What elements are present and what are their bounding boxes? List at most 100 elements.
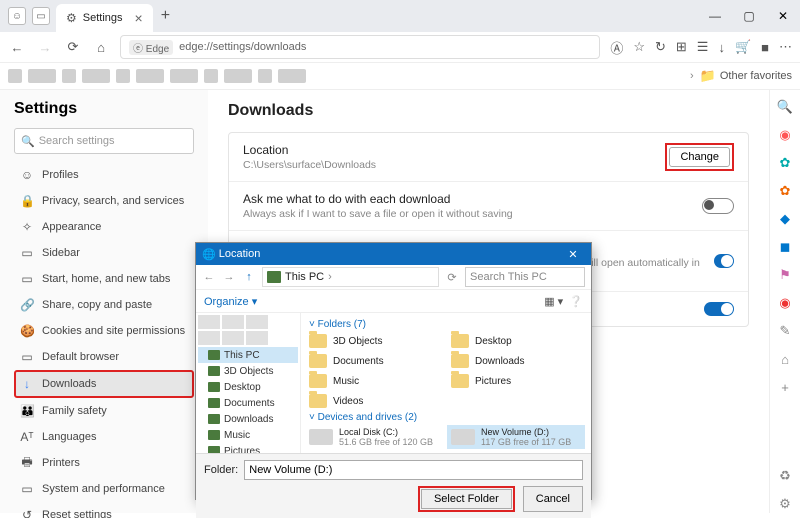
tree-item[interactable]: 3D Objects	[198, 363, 298, 379]
cancel-button[interactable]: Cancel	[523, 486, 583, 512]
dialog-search-input[interactable]: Search This PC	[465, 267, 585, 287]
sidebar-item-family-safety[interactable]: 👪Family safety	[14, 398, 194, 424]
drives-section-head[interactable]: ˅ Devices and drives (2)	[309, 412, 587, 423]
folder-item[interactable]: Downloads	[447, 352, 587, 370]
rail-icon[interactable]: ⌂	[776, 350, 794, 368]
rail-icon[interactable]: ✎	[776, 322, 794, 340]
ext1-icon[interactable]: 🛒	[735, 39, 751, 55]
rail-icon[interactable]: ⚑	[776, 266, 794, 284]
favorite-item[interactable]	[136, 69, 164, 83]
sidebar-item-appearance[interactable]: ✧Appearance	[14, 214, 194, 240]
menu-icon[interactable]: ⋯	[779, 39, 792, 55]
folder-item[interactable]: Pictures	[447, 372, 587, 390]
rail-search-icon[interactable]: 🔍	[776, 98, 794, 116]
help-icon[interactable]: ❔	[569, 295, 583, 308]
favorite-item[interactable]	[258, 69, 272, 83]
back-button[interactable]: ←	[8, 40, 26, 55]
change-location-button[interactable]: Change	[669, 147, 730, 167]
rail-icon[interactable]: ◉	[776, 126, 794, 144]
favorite-item[interactable]	[62, 69, 76, 83]
sidebar-item-privacy-search-and-services[interactable]: 🔒Privacy, search, and services	[14, 188, 194, 214]
organize-menu[interactable]: Organize ▾	[204, 295, 257, 308]
sidebar-item-default-browser[interactable]: ▭Default browser	[14, 344, 194, 370]
url-input[interactable]: ⓔ Edge edge://settings/downloads	[120, 35, 600, 59]
favorite-item[interactable]	[82, 69, 110, 83]
ext2-icon[interactable]: ■	[761, 40, 769, 55]
folder-item[interactable]: Music	[305, 372, 445, 390]
favorite-item[interactable]	[116, 69, 130, 83]
sidebar-item-downloads[interactable]: ↓Downloads	[14, 370, 194, 398]
minimize-button[interactable]: —	[698, 2, 732, 30]
favorite-item[interactable]	[28, 69, 56, 83]
refresh-button[interactable]: ⟳	[64, 39, 82, 55]
folder-item[interactable]: Desktop	[447, 332, 587, 350]
rail-icon[interactable]: ◉	[776, 294, 794, 312]
sidebar-item-start-home-and-new-tabs[interactable]: ▭Start, home, and new tabs	[14, 266, 194, 292]
sidebar-item-languages[interactable]: AᵀLanguages	[14, 424, 194, 450]
sync-icon[interactable]: ↻	[655, 39, 666, 55]
rail-settings-icon[interactable]: ⚙	[776, 495, 794, 513]
browser-tab[interactable]: ⚙ Settings ×	[56, 4, 153, 32]
folder-item[interactable]: 3D Objects	[305, 332, 445, 350]
folder-name-input[interactable]	[244, 460, 583, 480]
ask-download-toggle[interactable]	[702, 198, 734, 214]
tab-close-icon[interactable]: ×	[135, 10, 143, 26]
sidebar-item-share-copy-and-paste[interactable]: 🔗Share, copy and paste	[14, 292, 194, 318]
sidebar-item-sidebar[interactable]: ▭Sidebar	[14, 240, 194, 266]
dialog-file-area[interactable]: ˅ Folders (7) 3D ObjectsDesktopDocuments…	[301, 313, 591, 453]
tree-item[interactable]: Documents	[198, 395, 298, 411]
sidebar-item-system-and-performance[interactable]: ▭System and performance	[14, 476, 194, 502]
dialog-back-button[interactable]: ←	[202, 271, 216, 283]
tree-item[interactable]: Desktop	[198, 379, 298, 395]
folder-item[interactable]: Videos	[305, 392, 445, 410]
office-files-toggle[interactable]	[714, 254, 734, 268]
dialog-refresh-button[interactable]: ⟳	[445, 271, 459, 284]
folder-item[interactable]: Documents	[305, 352, 445, 370]
read-aloud-icon[interactable]: Ⓐ	[610, 38, 623, 57]
show-menu-toggle[interactable]	[704, 302, 734, 316]
rail-icon[interactable]: ✿	[776, 154, 794, 172]
favorite-item[interactable]	[278, 69, 306, 83]
window-close-button[interactable]: ✕	[766, 2, 800, 30]
favorite-item[interactable]	[204, 69, 218, 83]
downloads-heading: Downloads	[228, 102, 749, 120]
drive-item[interactable]: New Volume (D:)117 GB free of 117 GB	[447, 425, 585, 449]
collections-icon[interactable]: ⊞	[676, 39, 687, 55]
tree-item[interactable]: Pictures	[198, 443, 298, 453]
new-tab-button[interactable]: +	[161, 7, 170, 25]
sidebar-item-profiles[interactable]: ☺Profiles	[14, 162, 194, 188]
maximize-button[interactable]: ▢	[732, 2, 766, 30]
other-favorites-folder[interactable]: 📁 Other favorites	[700, 68, 792, 84]
workspaces-icon[interactable]: ▭	[32, 7, 50, 25]
dialog-close-button[interactable]: ✕	[561, 248, 585, 261]
rail-icon[interactable]: ◼	[776, 238, 794, 256]
chevron-right-icon[interactable]: ›	[328, 271, 332, 283]
settings-search-input[interactable]: 🔍 Search settings	[14, 128, 194, 154]
favorite-item[interactable]	[224, 69, 252, 83]
tree-item[interactable]: Downloads	[198, 411, 298, 427]
dialog-up-button[interactable]: ↑	[242, 271, 256, 283]
sidebar-item-cookies-and-site-permissions[interactable]: 🍪Cookies and site permissions	[14, 318, 194, 344]
favorite-icon[interactable]: ☆	[633, 39, 645, 55]
dialog-tree[interactable]: This PC 3D ObjectsDesktopDocumentsDownlo…	[196, 313, 301, 453]
drive-item[interactable]: Local Disk (C:)51.6 GB free of 120 GB	[305, 425, 443, 449]
select-folder-button[interactable]: Select Folder	[421, 489, 512, 509]
rail-icon[interactable]: ◆	[776, 210, 794, 228]
home-button[interactable]: ⌂	[92, 40, 110, 55]
dialog-breadcrumb[interactable]: This PC ›	[262, 267, 439, 287]
favorite-item[interactable]	[170, 69, 198, 83]
rail-add-icon[interactable]: +	[776, 378, 794, 396]
favorites-overflow-icon[interactable]: ›	[690, 70, 694, 82]
tree-this-pc[interactable]: This PC	[198, 347, 298, 363]
sidebar-item-reset-settings[interactable]: ↺Reset settings	[14, 502, 194, 518]
sidebar-item-printers[interactable]: 🖶Printers	[14, 450, 194, 476]
tree-item[interactable]: Music	[198, 427, 298, 443]
view-icon[interactable]: ▦ ▾	[544, 295, 563, 308]
favorite-item[interactable]	[8, 69, 22, 83]
profile-icon[interactable]: ☺	[8, 7, 26, 25]
downloads-icon[interactable]: ↓	[718, 40, 725, 55]
folders-section-head[interactable]: ˅ Folders (7)	[309, 319, 587, 330]
rail-icon[interactable]: ♻	[776, 467, 794, 485]
rail-icon[interactable]: ✿	[776, 182, 794, 200]
extensions-icon[interactable]: ☰	[697, 39, 709, 55]
